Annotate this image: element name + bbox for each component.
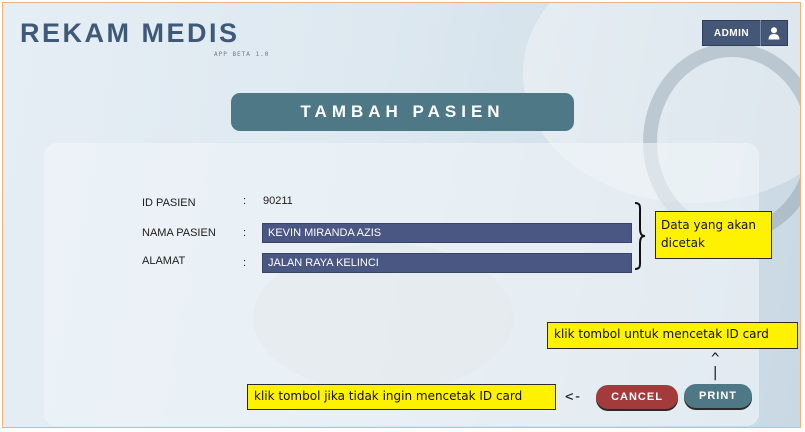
print-button[interactable]: PRINT [684,384,752,408]
patient-name-input[interactable] [262,223,632,243]
admin-label: ADMIN [713,27,750,39]
up-arrow-icon: ^ | [711,351,720,381]
patient-id-value: 90211 [263,195,293,207]
patient-id-label: ID PASIEN [142,197,196,209]
patient-name-colon: : [243,227,247,239]
address-colon: : [243,257,247,269]
cancel-note: klik tombol jika tidak ingin mencetak ID… [247,384,556,410]
page-title: TAMBAH PASIEN [231,93,574,131]
data-note: Data yang akan dicetak [655,211,772,259]
patient-id-colon: : [243,195,247,207]
app-title: REKAM MEDIS [20,18,240,48]
right-brace-icon [634,202,646,270]
patient-name-label: NAMA PASIEN [142,227,216,239]
user-icon[interactable] [761,21,787,45]
cancel-button[interactable]: CANCEL [596,385,678,409]
admin-account-button[interactable]: ADMIN [702,20,788,46]
left-arrow-icon: <- [565,389,582,405]
address-label: ALAMAT [142,255,186,267]
print-note: klik tombol untuk mencetak ID card [547,322,798,349]
app-version: APP BETA 1.0 [214,51,270,58]
address-input[interactable] [262,253,632,273]
